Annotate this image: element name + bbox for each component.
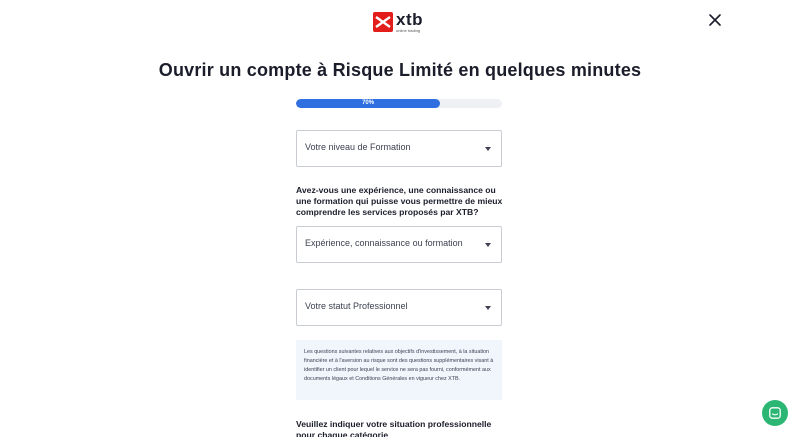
xtb-logo[interactable]: xtb online trading — [373, 10, 423, 33]
chat-button[interactable] — [762, 400, 788, 426]
caret-down-icon — [485, 306, 491, 310]
experience-select-label: Expérience, connaissance ou formation — [305, 238, 463, 248]
education-level-select-label: Votre niveau de Formation — [305, 142, 411, 152]
progress-label: 70% — [362, 100, 375, 106]
experience-select[interactable]: Expérience, connaissance ou formation — [296, 226, 502, 263]
info-text: Les questions suivantes relatives aux ob… — [304, 349, 494, 382]
caret-down-icon — [485, 243, 491, 247]
chat-icon — [769, 407, 781, 419]
caret-down-icon — [485, 147, 491, 151]
xtb-logo-mark-icon — [373, 12, 393, 32]
brand-tagline: online trading — [396, 28, 421, 33]
education-level-select[interactable]: Votre niveau de Formation — [296, 130, 502, 167]
close-icon — [709, 14, 721, 26]
brand-name: xtb — [396, 10, 423, 29]
close-button[interactable] — [708, 13, 722, 27]
info-box: Les questions suivantes relatives aux ob… — [296, 340, 502, 400]
professional-status-select-label: Votre statut Professionnel — [305, 301, 408, 311]
situation-question: Veuillez indiquer votre situation profes… — [296, 419, 492, 437]
progress-bar: 70% — [296, 99, 502, 108]
professional-status-select[interactable]: Votre statut Professionnel — [296, 289, 502, 326]
header: xtb online trading — [0, 10, 800, 34]
logo-text: xtb online trading — [396, 10, 423, 33]
experience-question: Avez-vous une expérience, une connaissan… — [296, 185, 503, 217]
page-title: Ouvrir un compte à Risque Limité en quel… — [158, 60, 642, 80]
